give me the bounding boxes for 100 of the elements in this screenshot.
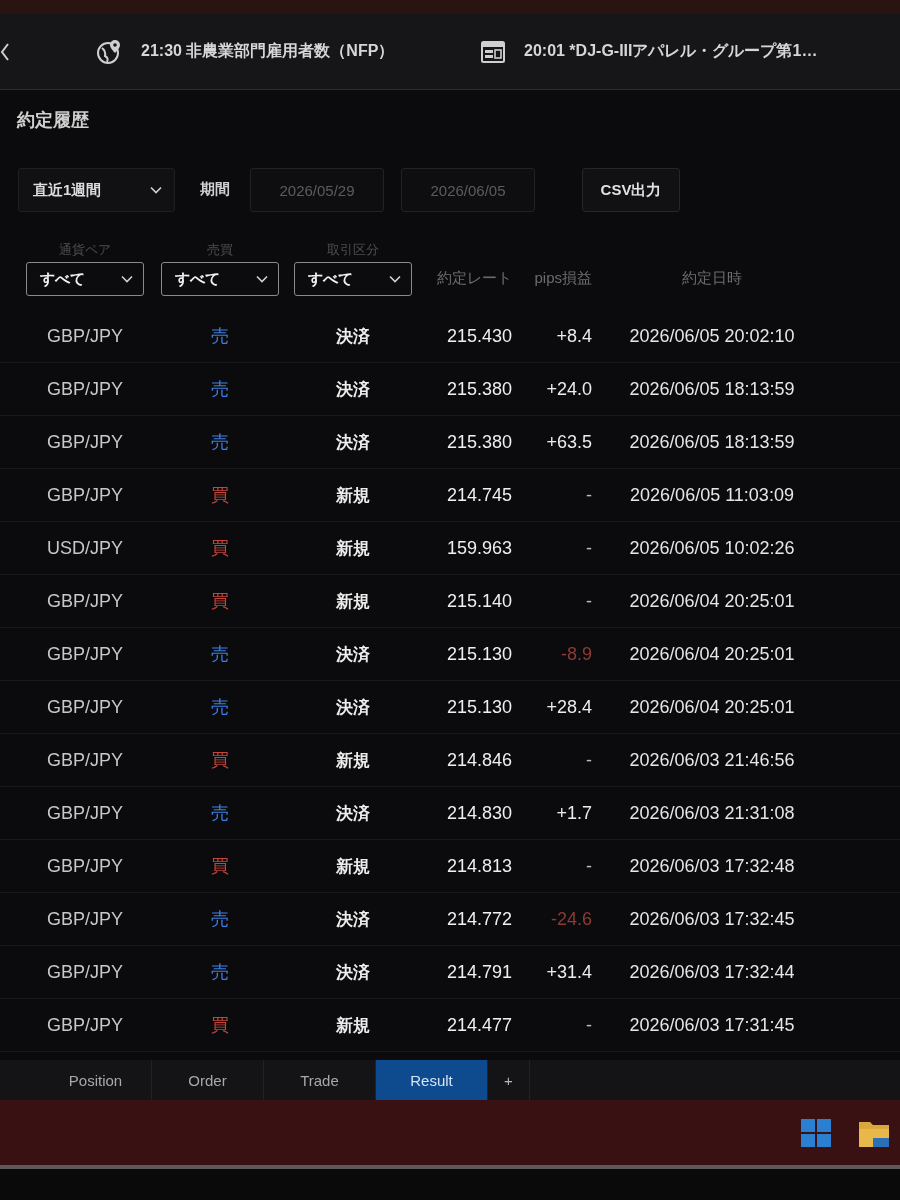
rate-cell: 214.813 — [446, 855, 512, 877]
pips-cell: - — [586, 590, 592, 612]
trade-type-cell-text: 決済 — [335, 643, 370, 666]
pips-cell: - — [586, 1014, 592, 1036]
trade-type-cell-text: 新規 — [335, 537, 370, 560]
trade-side-cell-text: 売 — [211, 696, 229, 719]
trade-type-cell-text: 決済 — [335, 431, 370, 454]
period-label: 期間 — [200, 180, 230, 199]
column-header: pips損益 — [534, 268, 592, 288]
trade-type-cell-text: 新規 — [335, 484, 370, 507]
trade-side-cell-text: 買 — [211, 855, 229, 878]
currency-pair-cell: GBP/JPY — [47, 802, 123, 824]
currency-pair-cell: GBP/JPY — [47, 590, 123, 612]
globe-pin-icon — [97, 38, 123, 65]
pips-cell: +24.0 — [546, 378, 592, 400]
datetime-cell: 2026/06/04 20:25:01 — [629, 590, 795, 612]
datetime-cell: 2026/06/03 17:32:44 — [629, 961, 795, 983]
pips-cell: +63.5 — [546, 431, 592, 453]
trade-side-cell-text: 買 — [211, 484, 229, 507]
datetime-cell: 2026/06/03 17:32:48 — [629, 855, 795, 877]
pips-cell: -8.9 — [560, 643, 592, 665]
currency-pair-cell: GBP/JPY — [47, 325, 123, 347]
trade-side-cell-text: 買 — [211, 537, 229, 560]
datetime-cell: 2026/06/03 17:32:45 — [629, 908, 795, 930]
back-icon[interactable] — [0, 41, 10, 62]
datetime-cell: 2026/06/04 20:25:01 — [629, 643, 795, 665]
rate-cell: 215.140 — [446, 590, 512, 612]
datetime-cell: 2026/06/03 21:31:08 — [629, 802, 795, 824]
chevron-down-icon — [150, 186, 162, 194]
window-panes-icon[interactable] — [800, 1117, 832, 1148]
trade-side-cell-text: 買 — [211, 749, 229, 772]
chevron-down-icon — [121, 275, 133, 283]
trade-side-cell-text: 売 — [211, 431, 229, 454]
trade-side-cell-text: 売 — [211, 643, 229, 666]
filter-dropdown[interactable]: すべて — [293, 262, 412, 296]
filter-dropdown[interactable]: すべて — [26, 262, 144, 296]
trade-type-cell-text: 決済 — [335, 378, 370, 401]
trade-type-cell-text: 決済 — [335, 325, 370, 348]
rate-cell: 215.130 — [446, 643, 512, 665]
trade-type-cell-text: 決済 — [335, 908, 370, 931]
pips-cell: +28.4 — [546, 696, 592, 718]
rate-cell: 214.830 — [446, 802, 512, 824]
trade-type-cell-text: 決済 — [335, 696, 370, 719]
pips-cell: +8.4 — [556, 325, 592, 347]
csv-export-button[interactable]: CSV出力 — [582, 168, 680, 212]
filter-label: 売買 — [207, 241, 233, 259]
rate-cell: 214.846 — [446, 749, 512, 771]
trade-type-cell-text: 新規 — [335, 749, 370, 772]
rate-cell: 214.477 — [446, 1014, 512, 1036]
rate-cell: 159.963 — [446, 537, 512, 559]
filter-label: 取引区分 — [326, 241, 379, 259]
rate-cell: 215.130 — [446, 696, 512, 718]
trade-side-cell-text: 売 — [211, 325, 229, 348]
trade-side-cell-text: 買 — [211, 590, 229, 613]
tab[interactable]: Result — [376, 1060, 488, 1100]
trade-type-cell-text: 新規 — [335, 590, 370, 613]
trade-side-cell-text: 売 — [211, 802, 229, 825]
filter-dropdown[interactable]: すべて — [161, 262, 279, 296]
rate-cell: 214.772 — [446, 908, 512, 930]
datetime-cell: 2026/06/05 18:13:59 — [629, 431, 795, 453]
pips-cell: +31.4 — [546, 961, 592, 983]
currency-pair-cell: GBP/JPY — [47, 1014, 123, 1036]
datetime-cell: 2026/06/05 18:13:59 — [629, 378, 795, 400]
chevron-down-icon — [256, 275, 268, 283]
column-header: 約定日時 — [682, 268, 742, 288]
pips-cell: - — [586, 484, 592, 506]
datetime-cell: 2026/06/03 21:46:56 — [629, 749, 795, 771]
pips-cell: - — [586, 537, 592, 559]
currency-pair-cell: GBP/JPY — [47, 749, 123, 771]
currency-pair-cell: GBP/JPY — [47, 378, 123, 400]
pips-cell: +1.7 — [556, 802, 592, 824]
news-headline[interactable]: 21:30 非農業部門雇用者数（NFP） — [141, 41, 395, 62]
datetime-cell: 2026/06/05 10:02:26 — [629, 537, 795, 559]
trade-side-cell-text: 買 — [211, 1014, 229, 1037]
rate-cell: 215.430 — [446, 325, 512, 347]
currency-pair-cell: GBP/JPY — [47, 484, 123, 506]
currency-pair-cell: GBP/JPY — [47, 855, 123, 877]
rate-cell: 215.380 — [446, 378, 512, 400]
currency-pair-cell: GBP/JPY — [47, 431, 123, 453]
rate-cell: 214.791 — [446, 961, 512, 983]
currency-pair-cell: GBP/JPY — [47, 643, 123, 665]
datetime-cell: 2026/06/03 17:31:45 — [629, 1014, 795, 1036]
trade-type-cell-text: 決済 — [335, 802, 370, 825]
column-header: 約定レート — [437, 268, 512, 288]
trade-side-cell-text: 売 — [211, 378, 229, 401]
datetime-cell: 2026/06/05 11:03:09 — [630, 484, 794, 506]
currency-pair-cell: USD/JPY — [47, 537, 123, 559]
trade-type-cell-text: 新規 — [335, 855, 370, 878]
pips-cell: - — [586, 855, 592, 877]
trade-side-cell-text: 売 — [211, 961, 229, 984]
rate-cell: 215.380 — [446, 431, 512, 453]
trade-type-cell-text: 決済 — [335, 961, 370, 984]
currency-pair-cell: GBP/JPY — [47, 696, 123, 718]
pips-cell: - — [586, 749, 592, 771]
news-headline[interactable]: 20:01 *DJ-G-IIIアパレル・グループ第1… — [524, 41, 818, 62]
datetime-cell: 2026/06/05 20:02:10 — [629, 325, 795, 347]
datetime-cell: 2026/06/04 20:25:01 — [629, 696, 795, 718]
rate-cell: 214.745 — [446, 484, 512, 506]
currency-pair-cell: GBP/JPY — [47, 961, 123, 983]
trade-type-cell-text: 新規 — [335, 1014, 370, 1037]
